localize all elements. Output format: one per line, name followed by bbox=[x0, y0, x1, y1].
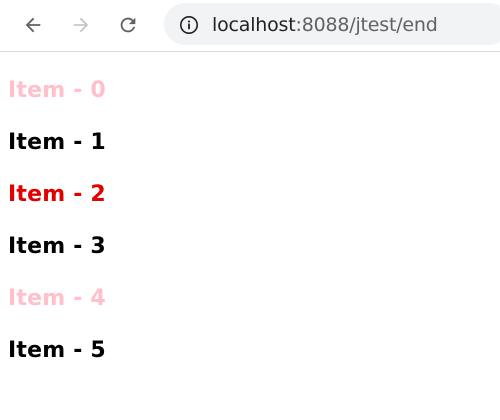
browser-toolbar: localhost:8088/jtest/end bbox=[0, 0, 500, 52]
url-path: :8088/jtest/end bbox=[295, 14, 438, 36]
url-host: localhost bbox=[212, 14, 296, 36]
list-item: Item - 2 bbox=[8, 182, 106, 207]
list-item: Item - 5 bbox=[8, 338, 106, 363]
list-item: Item - 0 bbox=[8, 78, 106, 103]
url-text[interactable]: localhost:8088/jtest/end bbox=[212, 14, 438, 36]
forward-button[interactable] bbox=[64, 8, 98, 42]
list-item: Item - 3 bbox=[8, 234, 106, 259]
arrow-right-icon bbox=[73, 17, 89, 33]
page-content: Item - 0 Item - 1 Item - 2 Item - 3 Item… bbox=[8, 75, 488, 387]
reload-icon bbox=[120, 17, 136, 33]
arrow-left-icon bbox=[25, 17, 41, 33]
info-icon[interactable] bbox=[179, 15, 199, 35]
list-item: Item - 4 bbox=[8, 286, 106, 311]
reload-button[interactable] bbox=[111, 8, 145, 42]
list-item: Item - 1 bbox=[8, 130, 106, 155]
address-bar[interactable]: localhost:8088/jtest/end bbox=[164, 3, 500, 45]
back-button[interactable] bbox=[16, 8, 50, 42]
